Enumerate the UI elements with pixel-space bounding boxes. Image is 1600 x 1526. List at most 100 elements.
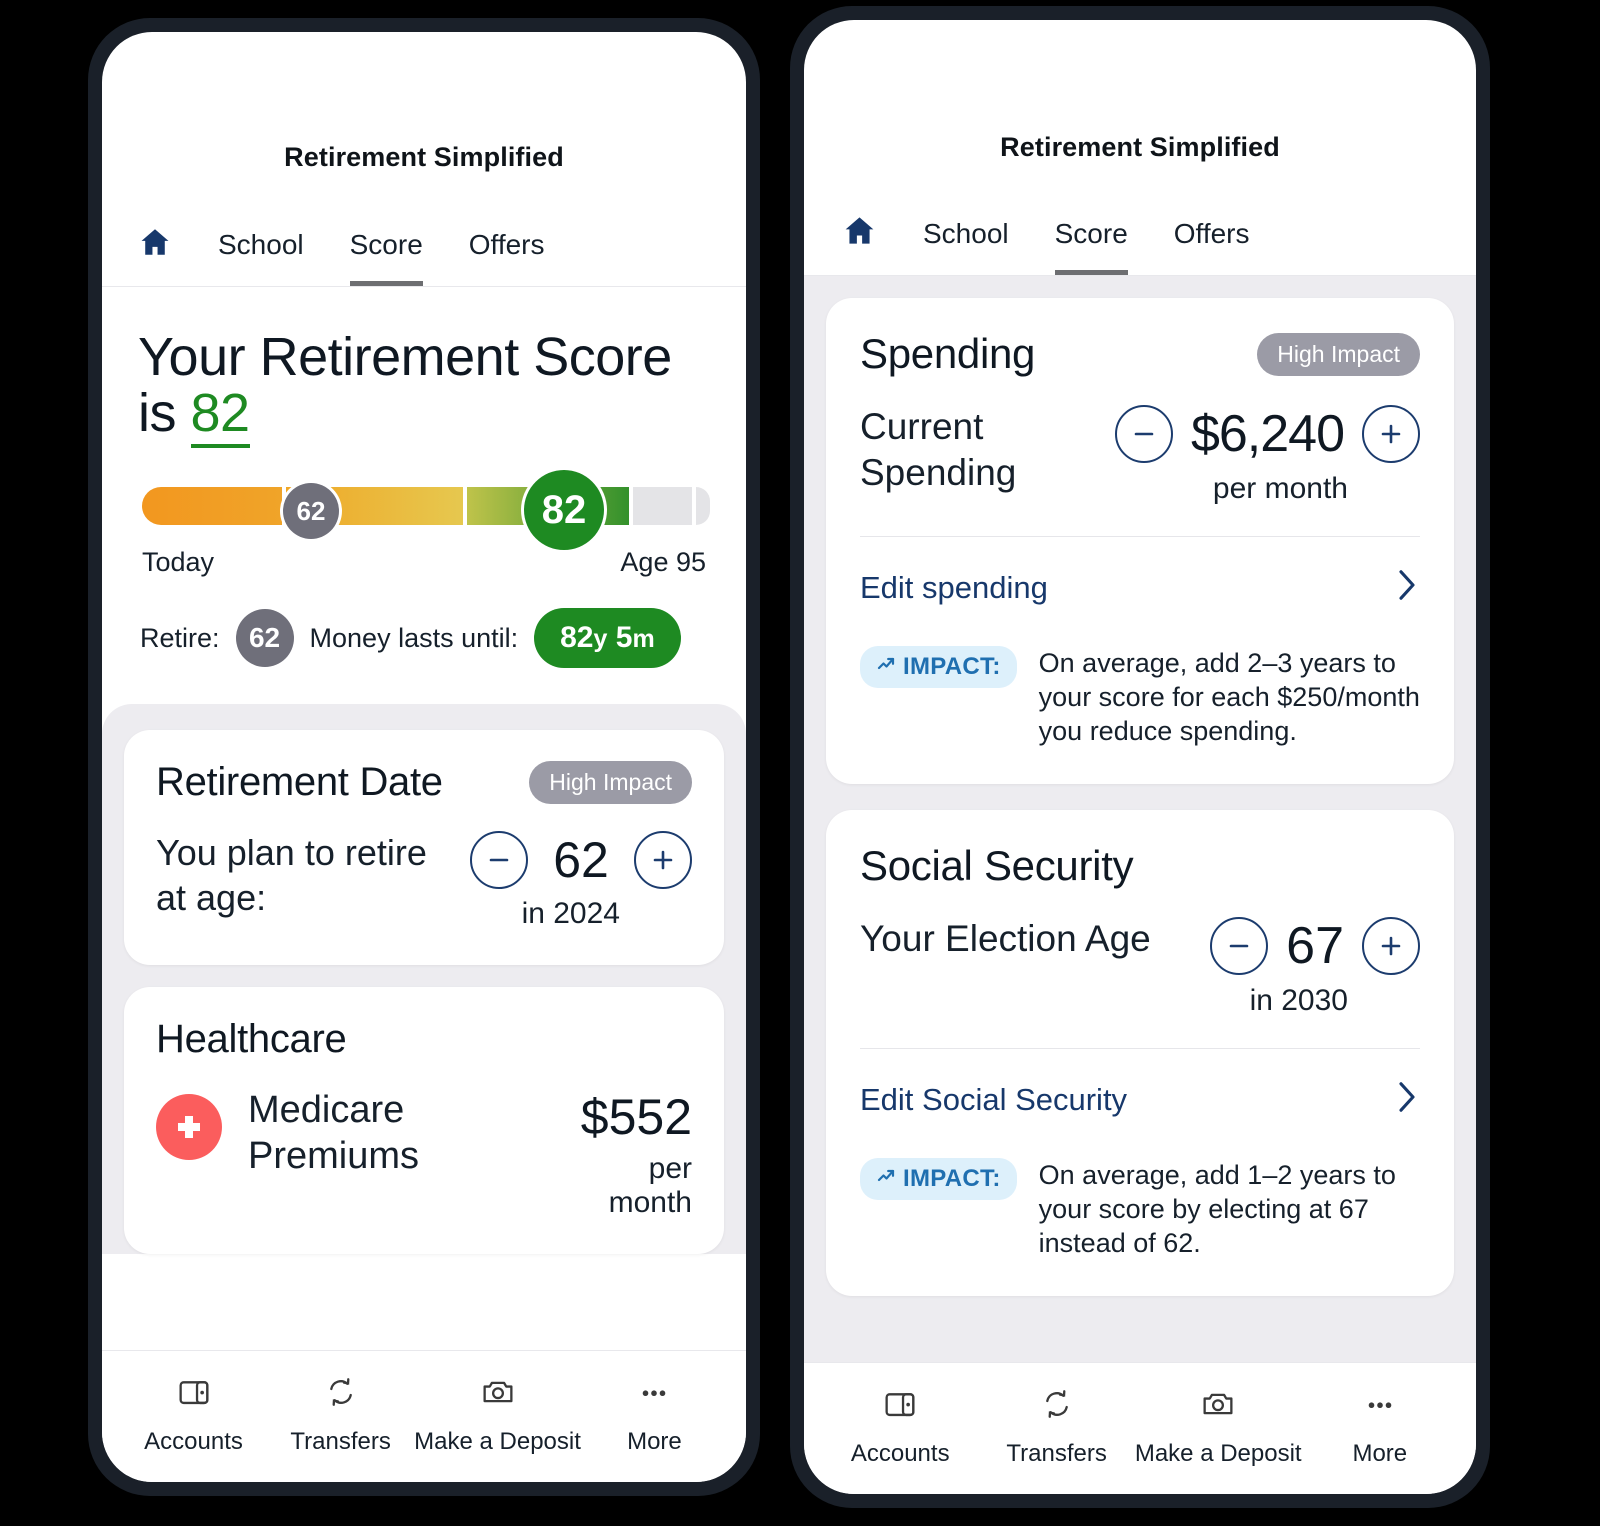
home-icon [138,225,172,264]
nav-item-make-a-deposit-right[interactable]: Make a Deposit [1135,1387,1302,1468]
minus-icon [1226,933,1252,959]
retirement-date-card-header: Retirement Date High Impact [156,760,692,805]
spending-period: per month [1212,472,1348,505]
tab-school-right[interactable]: School [923,218,1009,275]
minus-icon [1131,421,1157,447]
social-security-year-sub: in 2030 [1249,984,1348,1018]
score-gauge-track [142,487,710,526]
medicare-name: Medicare Premiums [248,1089,420,1177]
nav-item-accounts-right[interactable]: Accounts [822,1387,978,1468]
retirement-age-increment-button[interactable] [634,831,692,890]
hero-score-value: 82 [190,383,250,449]
cards-panel-right: Spending High Impact Current Spending $6… [804,276,1476,1362]
nav-label-transfers-right: Transfers [1006,1440,1107,1467]
retirement-year-sub: in 2024 [521,897,620,931]
social-security-card: Social Security Your Election Age 67 in … [826,810,1454,1297]
bottom-nav-right: Accounts Transfers Make a Deposit More [804,1362,1476,1494]
scroll-area-right[interactable]: Spending High Impact Current Spending $6… [804,276,1476,1362]
money-months-unit: m [632,625,655,654]
camera-icon [481,1375,515,1414]
nav-label-accounts: Accounts [144,1428,243,1455]
social-security-control: 67 in 2030 [1210,916,1420,1018]
spending-value: $6,240 [1190,405,1345,463]
tab-score[interactable]: Score [349,229,423,286]
nav-item-transfers[interactable]: Transfers [267,1375,414,1456]
gauge-marker-retire-age: 62 [283,483,339,540]
spending-card: Spending High Impact Current Spending $6… [826,298,1454,785]
social-security-value: 67 [1286,917,1344,976]
app-screen-right: Retirement Simplified School Score Offer… [804,20,1476,1494]
gauge-segment-4 [633,487,693,526]
scroll-area-left[interactable]: Your Retirement Score is 82 62 82 Today … [102,287,746,1350]
money-lasts-label: Money lasts until: [309,622,519,653]
chevron-right-icon [1394,1079,1420,1120]
tab-score-right[interactable]: Score [1054,218,1128,275]
medicare-period: per month [608,1152,692,1220]
app-screen-left: Retirement Simplified School Score Offer… [102,32,746,1482]
phone-device-left: Retirement Simplified School Score Offer… [88,18,760,1496]
money-years-unit: y [593,625,608,654]
nav-item-more[interactable]: More [581,1375,728,1456]
money-years: 82 [560,621,594,655]
spending-decrement-button[interactable] [1114,405,1173,463]
retirement-age-stepper-row: You plan to retire at age: 62 in 2024 [156,831,692,931]
tab-offers[interactable]: Offers [469,229,545,286]
gauge-segment-1 [142,487,282,526]
retirement-date-title: Retirement Date [156,760,443,805]
edit-spending-link[interactable]: Edit spending [860,570,1048,606]
edit-social-security-row[interactable]: Edit Social Security [860,1049,1420,1124]
tab-school[interactable]: School [218,229,304,286]
transfer-arrows-icon [324,1375,358,1414]
nav-label-make-a-deposit: Make a Deposit [414,1428,581,1455]
gauge-segment-5 [696,487,710,526]
hero-heading: Your Retirement Score is 82 [138,329,710,449]
social-security-decrement-button[interactable] [1210,917,1269,976]
spending-title: Spending [860,330,1036,377]
spending-impact-badge: High Impact [1257,332,1420,376]
ellipsis-icon [1363,1387,1397,1426]
retirement-age-decrement-button[interactable] [470,831,528,890]
retirement-age-value: 62 [553,832,609,889]
nav-item-more-right[interactable]: More [1302,1387,1458,1468]
nav-item-accounts[interactable]: Accounts [120,1375,267,1456]
nav-label-make-a-deposit-right: Make a Deposit [1134,1440,1302,1467]
nav-label-more: More [627,1428,682,1455]
money-lasts-chip: 82y 5m [534,608,681,669]
retirement-score-hero: Your Retirement Score is 82 62 82 Today … [102,287,746,669]
plus-icon [1378,421,1404,447]
tab-bar-right: School Score Offers [804,163,1476,276]
medical-cross-icon [156,1094,222,1161]
social-security-increment-button[interactable] [1362,917,1420,976]
spending-stepper: $6,240 [1114,404,1420,464]
nav-label-transfers: Transfers [290,1428,391,1455]
social-security-card-header: Social Security [860,842,1420,890]
wallet-icon [177,1375,211,1414]
plus-icon [650,847,676,873]
spending-impact-pill: IMPACT: [860,646,1017,688]
gauge-label-today: Today [142,547,215,578]
social-security-impact-row: IMPACT: On average, add 1–2 years to you… [860,1124,1420,1260]
edit-social-security-link[interactable]: Edit Social Security [860,1082,1127,1118]
social-security-stepper: 67 [1210,916,1420,976]
nav-item-make-a-deposit[interactable]: Make a Deposit [414,1375,581,1456]
nav-item-transfers-right[interactable]: Transfers [978,1387,1134,1468]
spending-card-header: Spending High Impact [860,330,1420,378]
healthcare-card-header: Healthcare [156,1017,692,1062]
tab-home-right[interactable] [804,213,877,275]
spending-label: Current Spending [860,406,1017,493]
spending-control: $6,240 per month [1114,404,1420,506]
chevron-right-icon [1394,567,1420,608]
page-title-right: Retirement Simplified [1000,132,1280,162]
spending-impact-text: On average, add 2–3 years to your score … [1038,648,1420,747]
camera-icon [1201,1387,1235,1426]
home-icon [842,213,877,253]
bottom-nav-left: Accounts Transfers Make a Deposit More [102,1350,746,1482]
minus-icon [486,847,512,873]
tab-offers-right[interactable]: Offers [1174,218,1250,275]
social-security-title: Social Security [860,842,1134,890]
tab-bar: School Score Offers [102,173,746,287]
tab-home[interactable] [102,225,172,286]
edit-spending-row[interactable]: Edit spending [860,537,1420,612]
screenshot-stage: Retirement Simplified School Score Offer… [0,0,1600,1526]
spending-increment-button[interactable] [1362,405,1420,463]
